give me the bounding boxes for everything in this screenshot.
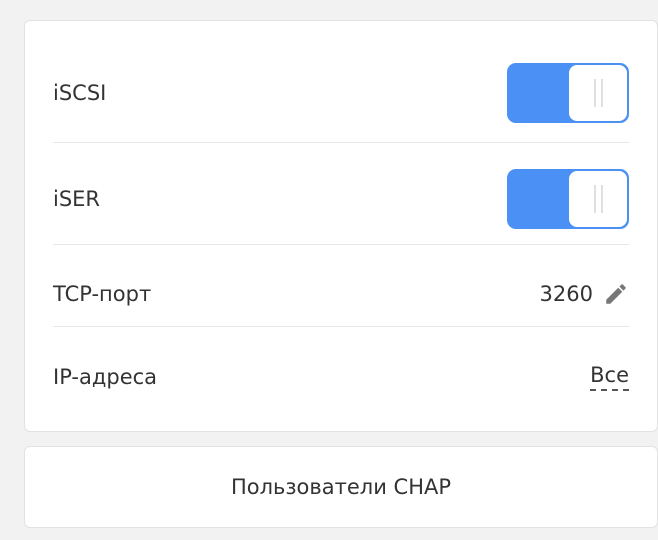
ip-addresses-label: IP-адреса [53,365,158,389]
settings-row-tcp-port: TCP-порт 3260 [53,258,629,330]
tcp-port-label: TCP-порт [53,282,152,306]
pencil-icon[interactable] [603,281,629,307]
iscsi-toggle[interactable] [507,63,629,123]
iser-label: iSER [53,187,101,211]
settings-row-iscsi: iSCSI [53,57,629,129]
chap-users-button[interactable]: Пользователи CHAP [24,446,658,528]
iscsi-settings-panel: iSCSI iSER TCP-порт 3260 IP-адреса Все [24,20,658,432]
ip-addresses-link[interactable]: Все [590,363,629,392]
divider [53,326,629,327]
toggle-knob [569,171,627,227]
divider [53,142,629,143]
settings-row-iser: iSER [53,163,629,235]
settings-row-ip-addresses: IP-адреса Все [53,341,629,413]
divider [53,244,629,245]
tcp-port-value-group: 3260 [540,281,629,307]
toggle-knob [569,65,627,121]
tcp-port-value: 3260 [539,282,593,306]
iscsi-label: iSCSI [53,81,107,105]
iser-toggle[interactable] [507,169,629,229]
